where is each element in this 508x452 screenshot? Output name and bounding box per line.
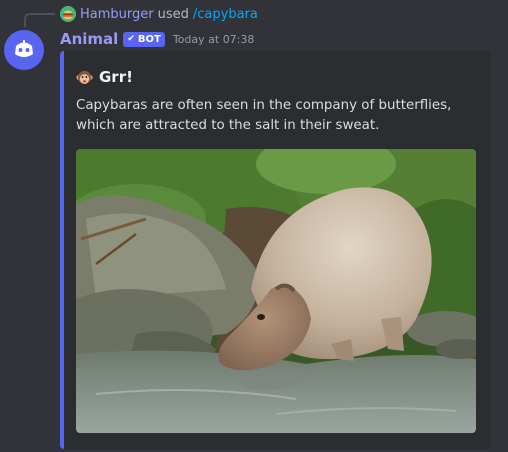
bot-badge: ✔ BOT — [123, 31, 165, 47]
timestamp[interactable]: Today at 07:38 — [173, 33, 255, 46]
reply-username[interactable]: Hamburger — [80, 7, 154, 22]
reply-avatar-icon[interactable] — [60, 6, 76, 22]
username[interactable]: Animal — [60, 30, 118, 48]
embed-accent-bar — [60, 51, 64, 449]
embed: Grr! Capybaras are often seen in the com… — [60, 51, 491, 449]
message: Hamburger used /capybara Animal ✔ BOT To… — [0, 0, 508, 452]
embed-title-text: Grr! — [99, 68, 133, 86]
discord-bot-icon — [15, 40, 33, 57]
embed-title: Grr! — [76, 68, 133, 86]
message-header: Animal ✔ BOT Today at 07:38 — [60, 29, 254, 49]
reply-used-text: used — [157, 6, 189, 22]
avatar[interactable] — [4, 30, 44, 70]
embed-description: Capybaras are often seen in the company … — [76, 98, 452, 133]
interaction-reference[interactable]: Hamburger used /capybara — [60, 5, 258, 23]
monkey-face-icon — [76, 69, 93, 86]
bot-badge-label: BOT — [137, 33, 161, 45]
verified-check-icon: ✔ — [127, 34, 135, 44]
capybara-image[interactable] — [76, 149, 476, 433]
slash-command[interactable]: /capybara — [193, 7, 258, 22]
reply-spine — [24, 13, 55, 27]
